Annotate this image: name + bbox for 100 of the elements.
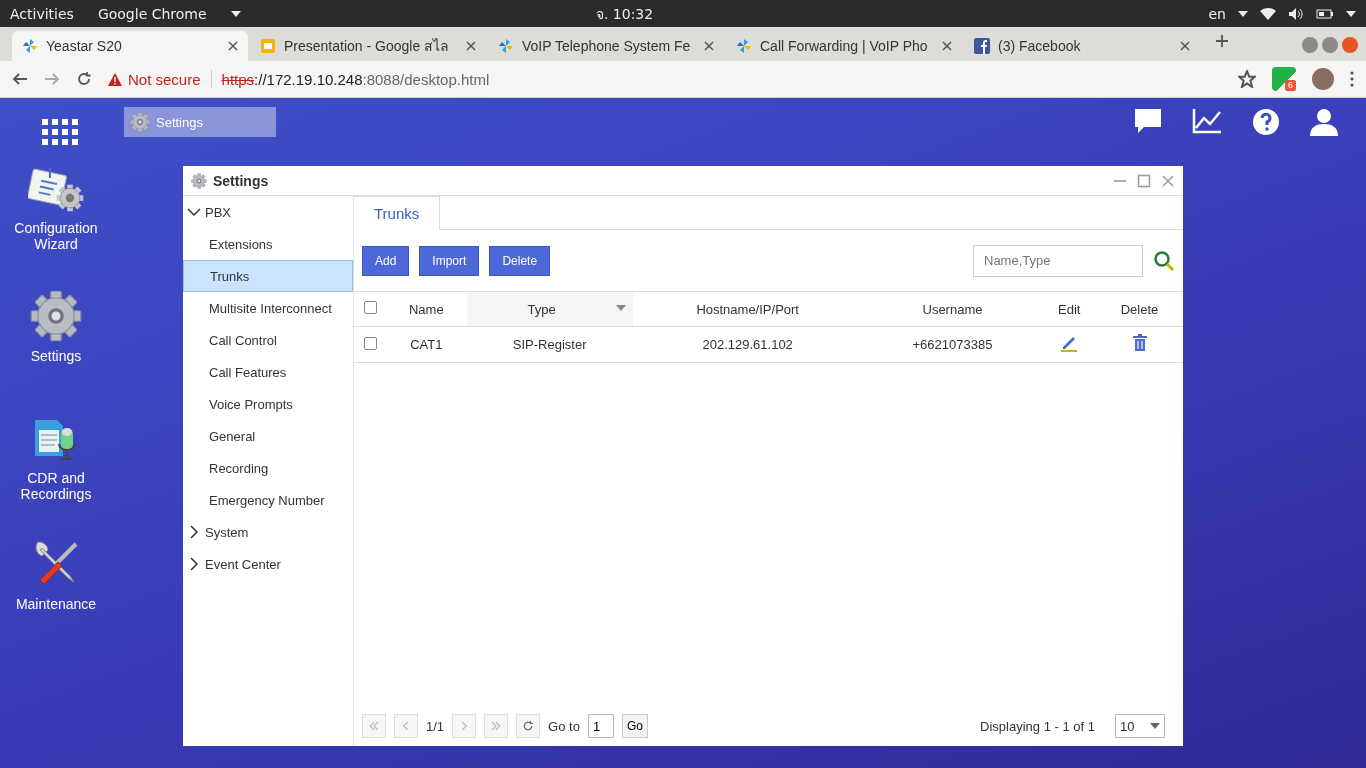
caret-icon[interactable] bbox=[1238, 10, 1248, 17]
activities-button[interactable]: Activities bbox=[10, 5, 74, 22]
app-grid-icon[interactable] bbox=[42, 119, 78, 145]
back-icon[interactable] bbox=[12, 71, 28, 87]
desktop-icon-label[interactable]: Configuration Wizard bbox=[0, 220, 112, 252]
nav-item[interactable]: Trunks bbox=[183, 260, 353, 292]
close-tab-icon[interactable] bbox=[704, 41, 714, 51]
minimize-button[interactable] bbox=[1302, 37, 1318, 53]
close-tab-icon[interactable] bbox=[228, 41, 238, 51]
desktop-icon-label[interactable]: Maintenance bbox=[15, 596, 97, 612]
goto-label: Go to bbox=[548, 718, 580, 734]
clock[interactable]: จ. 10:32 bbox=[595, 2, 654, 25]
chevron-right-icon bbox=[187, 557, 201, 571]
column-header[interactable]: Delete bbox=[1120, 301, 1159, 317]
nav-item[interactable]: Recording bbox=[183, 452, 353, 484]
battery-icon[interactable] bbox=[1316, 7, 1334, 20]
pinwheel-icon bbox=[736, 38, 752, 54]
facebook-icon bbox=[974, 38, 990, 54]
nav-item[interactable]: Call Control bbox=[183, 324, 353, 356]
desktop-icon-label[interactable]: CDR and Recordings bbox=[0, 470, 112, 502]
nav-group[interactable]: System bbox=[183, 516, 353, 548]
tab[interactable]: Trunks bbox=[354, 196, 441, 230]
toolbar-button[interactable]: Delete bbox=[489, 245, 551, 276]
wifi-icon[interactable] bbox=[1260, 6, 1276, 21]
nav-item[interactable]: Multisite Interconnect bbox=[183, 292, 353, 324]
trash-icon[interactable] bbox=[1131, 334, 1148, 352]
close-tab-icon[interactable] bbox=[466, 41, 476, 51]
row-checkbox[interactable] bbox=[363, 336, 377, 350]
close-button[interactable] bbox=[1161, 173, 1175, 188]
gear-icon bbox=[30, 290, 82, 342]
nav-group[interactable]: Event Center bbox=[183, 548, 353, 580]
column-header[interactable]: Type bbox=[527, 301, 556, 317]
nav-item[interactable]: Emergency Number bbox=[183, 484, 353, 516]
caret-icon[interactable] bbox=[230, 10, 241, 17]
refresh-button[interactable] bbox=[516, 714, 541, 738]
desktop-icon-label[interactable]: Settings bbox=[30, 348, 82, 364]
search-icon[interactable] bbox=[1153, 249, 1175, 272]
slides-icon bbox=[260, 38, 276, 54]
close-tab-icon[interactable] bbox=[1180, 41, 1190, 51]
page-indicator: 1/1 bbox=[426, 718, 445, 734]
profile-avatar[interactable] bbox=[1312, 68, 1334, 90]
user-icon[interactable] bbox=[1310, 108, 1338, 136]
page-number-field[interactable]: 1 bbox=[587, 714, 614, 738]
browser-tab[interactable]: (3) Facebook bbox=[964, 31, 1200, 61]
chevron-down-icon bbox=[187, 205, 201, 219]
nav-item[interactable]: Call Features bbox=[183, 356, 353, 388]
page-size-select[interactable]: 10 bbox=[1115, 714, 1165, 738]
pinwheel-icon bbox=[498, 38, 514, 54]
nav-item[interactable]: Extensions bbox=[183, 228, 353, 260]
pinwheel-icon bbox=[22, 38, 38, 54]
window-title: Settings bbox=[213, 172, 269, 189]
chat-extension-icon[interactable]: 6 bbox=[1272, 67, 1296, 91]
maximize-button[interactable] bbox=[1322, 37, 1338, 53]
nav-item[interactable]: Voice Prompts bbox=[183, 388, 353, 420]
reload-icon[interactable] bbox=[76, 71, 92, 87]
gear-icon bbox=[191, 172, 207, 189]
star-icon[interactable] bbox=[1238, 70, 1256, 88]
maximize-button[interactable] bbox=[1137, 173, 1151, 188]
table-cell: 202.129.61.102 bbox=[702, 337, 793, 352]
new-tab-icon[interactable] bbox=[1214, 33, 1230, 49]
menu-icon[interactable] bbox=[1350, 71, 1354, 87]
sort-menu-icon[interactable] bbox=[615, 304, 626, 311]
gear-icon bbox=[130, 112, 150, 132]
display-summary: Displaying 1 - 1 of 1 bbox=[980, 718, 1095, 734]
browser-tab[interactable]: Presentation - Google สไล bbox=[250, 31, 486, 61]
go-button[interactable]: Go bbox=[621, 714, 648, 738]
refresh-icon bbox=[522, 720, 535, 732]
browser-tab[interactable]: Yeastar S20 bbox=[12, 31, 248, 61]
browser-tab[interactable]: Call Forwarding | VoIP Pho bbox=[726, 31, 962, 61]
nav-group[interactable]: PBX bbox=[183, 196, 353, 228]
nav-item[interactable]: General bbox=[183, 420, 353, 452]
pencil-icon[interactable] bbox=[1060, 334, 1079, 352]
notepad-gear-icon bbox=[28, 166, 84, 214]
table-cell: SIP-Register bbox=[512, 337, 587, 352]
column-header[interactable]: Name bbox=[408, 301, 444, 317]
search-field[interactable]: Name,Type bbox=[973, 244, 1143, 277]
chevron-right-icon bbox=[187, 525, 201, 539]
toolbar-button[interactable]: Add bbox=[362, 245, 410, 276]
caret-icon[interactable] bbox=[1346, 10, 1356, 17]
column-header[interactable]: Edit bbox=[1058, 301, 1081, 317]
chart-icon[interactable] bbox=[1192, 108, 1222, 134]
close-button[interactable] bbox=[1342, 37, 1358, 53]
select-all-checkbox[interactable] bbox=[363, 301, 377, 314]
column-header[interactable]: Username bbox=[922, 301, 983, 317]
url-text[interactable]: https://172.19.10.248:8088/desktop.html bbox=[221, 70, 490, 88]
close-tab-icon[interactable] bbox=[942, 41, 952, 51]
language-indicator[interactable]: en bbox=[1208, 5, 1226, 22]
volume-icon[interactable] bbox=[1288, 6, 1304, 21]
app-menu[interactable]: Google Chrome bbox=[97, 5, 207, 22]
toolbar-button[interactable]: Import bbox=[419, 245, 480, 276]
browser-tab[interactable]: VoIP Telephone System Fe bbox=[488, 31, 724, 61]
security-warning[interactable]: Not secure bbox=[128, 70, 201, 88]
chat-icon[interactable] bbox=[1134, 108, 1162, 134]
column-header[interactable]: Hostname/IP/Port bbox=[696, 301, 799, 317]
help-icon[interactable] bbox=[1252, 108, 1280, 136]
double-chevron-icon bbox=[368, 720, 380, 732]
warning-icon bbox=[108, 72, 122, 86]
table-cell: CAT1 bbox=[410, 337, 443, 352]
double-chevron-icon bbox=[490, 720, 503, 732]
table-cell: +6621073385 bbox=[912, 337, 993, 352]
